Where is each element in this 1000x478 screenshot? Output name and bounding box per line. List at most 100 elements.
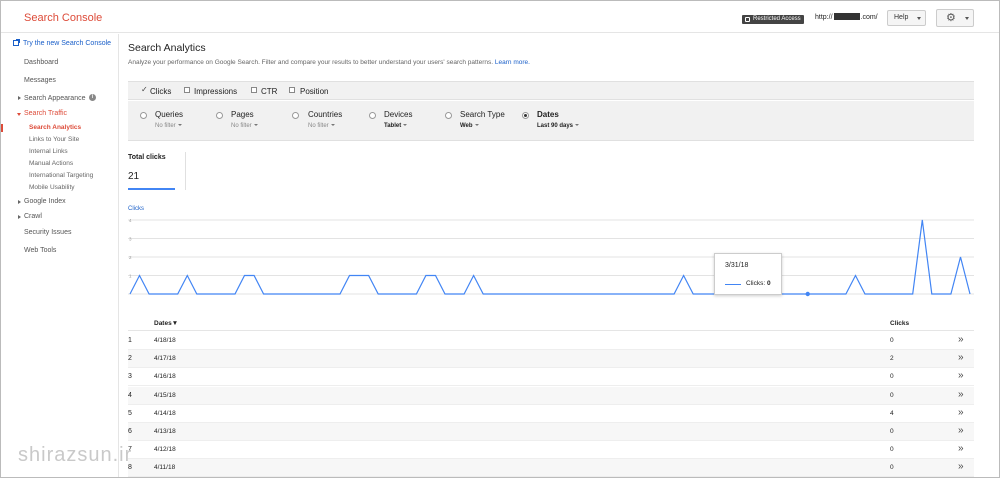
filter-devices-value[interactable]: Tablet [384, 123, 408, 129]
filter-devices-label[interactable]: Devices [384, 110, 412, 119]
search-type-radio[interactable] [445, 112, 452, 119]
filter-dates-value[interactable]: Last 90 days [537, 123, 580, 129]
column-header-dates[interactable]: Dates▼ [154, 320, 178, 327]
active-indicator [1, 124, 3, 132]
position-checkbox[interactable] [289, 87, 295, 93]
sidebar-item-google-index[interactable]: Google Index [24, 198, 66, 205]
expand-row-icon[interactable]: » [958, 407, 964, 419]
sidebar-item-mobile-usability[interactable]: Mobile Usability [29, 184, 75, 191]
expand-row-icon[interactable]: » [958, 443, 964, 455]
help-button[interactable]: Help [887, 10, 926, 26]
countries-radio[interactable] [292, 112, 299, 119]
metric-position[interactable]: Position [300, 87, 328, 96]
table-row[interactable]: 8 4/11/18 0» [128, 459, 974, 478]
table-row[interactable]: 4 4/15/18 0 » [128, 386, 974, 405]
sidebar-item-search-traffic[interactable]: Search Traffic [24, 110, 67, 117]
metric-ctr[interactable]: CTR [261, 87, 277, 96]
learn-more-link[interactable]: Learn more. [495, 59, 530, 66]
main-content: Search Analytics Analyze your performanc… [128, 34, 974, 478]
row-index: 2 [128, 355, 132, 363]
queries-radio[interactable] [140, 112, 147, 119]
highlighted-point [805, 291, 810, 297]
row-clicks: 4 [890, 409, 894, 417]
total-clicks-value[interactable]: 21 [128, 171, 139, 182]
sidebar-item-search-analytics[interactable]: Search Analytics [29, 124, 81, 131]
chevron-down-icon [917, 17, 921, 20]
sidebar: Try the new Search Console Dashboard Mes… [1, 34, 119, 477]
tooltip-series-swatch [725, 284, 741, 285]
devices-radio[interactable] [369, 112, 376, 119]
filter-search-type-label[interactable]: Search Type [460, 110, 505, 119]
sidebar-item-messages[interactable]: Messages [24, 77, 56, 84]
chart-tooltip: 3/31/18 Clicks: 0 [714, 253, 782, 295]
settings-button[interactable]: ⚙ [936, 9, 974, 27]
filter-search-type-value[interactable]: Web [460, 123, 479, 129]
site-selector[interactable]: http:// .com/ [815, 13, 878, 21]
row-clicks: 0 [890, 337, 894, 344]
filter-countries-value[interactable]: No filter [308, 123, 335, 129]
filter-queries-value[interactable]: No filter [155, 123, 182, 129]
filter-queries-label[interactable]: Queries [155, 110, 183, 119]
dates-radio[interactable] [522, 112, 529, 119]
total-clicks-label[interactable]: Total clicks [128, 154, 166, 161]
sidebar-item-web-tools[interactable]: Web Tools [24, 247, 56, 254]
table-row[interactable]: 6 4/13/18 0 » [128, 423, 974, 441]
total-clicks-indicator [128, 188, 175, 190]
table-row[interactable]: 1 4/18/18 0 » [128, 332, 974, 350]
filter-pages-value-text: No filter [231, 123, 252, 129]
row-clicks: 0 [890, 373, 894, 381]
sidebar-item-new-console[interactable]: Try the new Search Console [23, 40, 111, 47]
filter-pages-label[interactable]: Pages [231, 110, 254, 119]
chevron-down-icon [330, 124, 335, 126]
pages-radio[interactable] [216, 112, 223, 119]
chevron-down-icon [403, 124, 408, 126]
sidebar-item-dashboard[interactable]: Dashboard [24, 59, 58, 66]
filter-pages-value[interactable]: No filter [231, 123, 258, 129]
row-date: 4/14/18 [154, 409, 176, 417]
filter-dates-label[interactable]: Dates [537, 110, 559, 119]
chevron-down-icon [177, 124, 182, 126]
brand-logo[interactable]: Search Console [24, 12, 102, 24]
chevron-down-icon [253, 124, 258, 126]
metric-impressions[interactable]: Impressions [194, 87, 237, 96]
expand-row-icon[interactable]: » [958, 425, 964, 437]
restricted-access-label: Restricted Access [753, 16, 801, 22]
table-row[interactable]: 5 4/14/18 4 » [128, 405, 974, 423]
filter-search-type-value-text: Web [460, 123, 473, 129]
info-icon[interactable]: i [89, 94, 96, 101]
metric-clicks[interactable]: Clicks [150, 87, 171, 96]
filter-countries-label[interactable]: Countries [308, 110, 342, 119]
site-redaction [833, 13, 860, 20]
table-row[interactable]: 2 4/17/18 2 » [128, 350, 974, 369]
chevron-down-icon [575, 124, 580, 126]
sidebar-item-international-targeting[interactable]: International Targeting [29, 172, 93, 179]
page-description-text: Analyze your performance on Google Searc… [128, 59, 494, 66]
row-date: 4/18/18 [154, 337, 176, 344]
sidebar-item-internal-links[interactable]: Internal Links [29, 148, 68, 155]
page-title: Search Analytics [128, 42, 206, 54]
expand-row-icon[interactable]: » [958, 461, 964, 473]
sidebar-item-security-issues[interactable]: Security Issues [24, 229, 71, 236]
row-clicks: 0 [890, 446, 894, 454]
sidebar-item-links-to-site[interactable]: Links to Your Site [29, 136, 79, 143]
expand-row-icon[interactable]: » [958, 334, 964, 346]
column-header-clicks[interactable]: Clicks [890, 320, 909, 327]
expand-row-icon[interactable]: » [958, 352, 964, 364]
ctr-checkbox[interactable] [251, 87, 257, 93]
sidebar-item-search-appearance[interactable]: Search Appearance [24, 95, 86, 102]
watermark: shirazsun.ir [18, 444, 133, 466]
sidebar-item-crawl[interactable]: Crawl [24, 213, 42, 220]
tooltip-value-label: Clicks: [746, 280, 766, 287]
table-row[interactable]: 3 4/16/18 0 » [128, 368, 974, 387]
sidebar-item-manual-actions[interactable]: Manual Actions [29, 160, 73, 167]
impressions-checkbox[interactable] [184, 87, 190, 93]
row-index: 5 [128, 409, 132, 417]
tooltip-value-number: 0 [766, 280, 771, 287]
filter-dates-value-text: Last 90 days [537, 123, 574, 129]
checkmark-icon[interactable]: ✓ [141, 85, 148, 94]
expand-row-icon[interactable]: » [958, 370, 964, 382]
help-label: Help [894, 14, 909, 21]
expand-row-icon[interactable]: » [958, 389, 964, 401]
clicks-chart[interactable]: Clicks 1 2 3 4 [128, 202, 974, 302]
table-row[interactable]: 7 4/12/18 0» [128, 441, 974, 460]
